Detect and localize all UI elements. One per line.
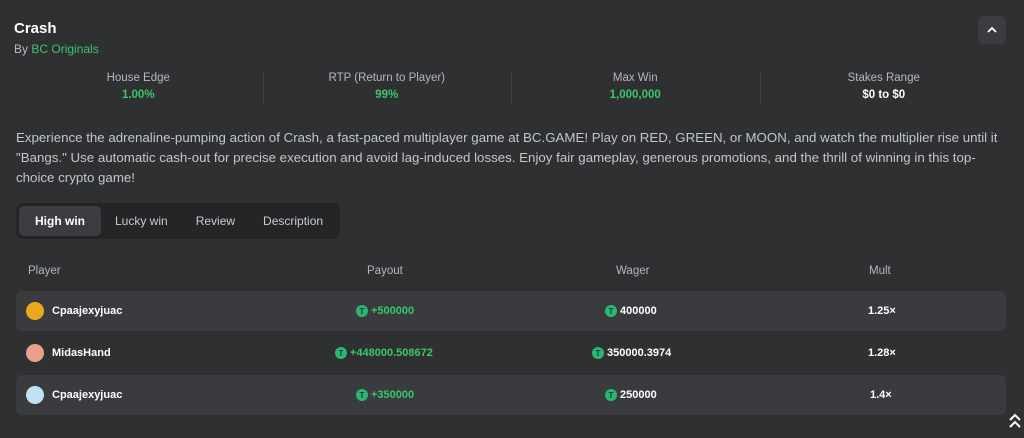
stat-label: Stakes Range <box>847 72 920 84</box>
table-header: Player Payout Wager Mult <box>16 262 1006 282</box>
mult-cell: 1.25× <box>868 291 896 331</box>
tether-coin-icon: T <box>605 389 617 401</box>
column-header-payout: Payout <box>367 265 403 277</box>
player-cell: Cpaajexyjuac <box>26 375 122 415</box>
tab-review[interactable]: Review <box>182 206 249 236</box>
mult-cell: 1.28× <box>868 333 896 373</box>
mult-value: 1.4× <box>870 389 892 401</box>
stat-rtp: RTP (Return to Player) 99% <box>262 68 512 108</box>
column-header-mult: Mult <box>869 265 891 277</box>
game-description: Experience the adrenaline-pumping action… <box>16 130 998 185</box>
tab-lucky-win[interactable]: Lucky win <box>101 206 182 236</box>
stat-max-win: Max Win 1,000,000 <box>511 68 760 108</box>
stats-bar: House Edge 1.00% RTP (Return to Player) … <box>14 68 1008 108</box>
stat-stakes-range: Stakes Range $0 to $0 <box>759 68 1009 108</box>
player-name[interactable]: MidasHand <box>52 347 111 359</box>
by-prefix: By <box>14 42 29 56</box>
wager-cell: T 350000.3974 <box>592 333 671 373</box>
tether-coin-icon: T <box>335 347 347 359</box>
payout-cell: T +350000 <box>356 375 414 415</box>
wager-value: 400000 <box>620 305 657 317</box>
wager-value: 250000 <box>620 389 657 401</box>
tether-coin-icon: T <box>356 305 368 317</box>
player-cell: MidasHand <box>26 333 111 373</box>
stat-value: $0 to $0 <box>862 89 906 101</box>
table-row[interactable]: MidasHand T +448000.508672 T 350000.3974… <box>16 333 1006 373</box>
stat-value: 99% <box>375 89 399 101</box>
game-byline: By BC Originals <box>14 42 99 56</box>
player-name[interactable]: Cpaajexyjuac <box>52 389 122 401</box>
payout-cell: T +500000 <box>356 291 414 331</box>
stat-label: RTP (Return to Player) <box>328 72 446 84</box>
provider-link[interactable]: BC Originals <box>31 42 98 56</box>
column-header-player: Player <box>28 265 61 277</box>
payout-value: +350000 <box>371 389 415 401</box>
payout-value: +500000 <box>371 305 415 317</box>
column-header-wager: Wager <box>616 265 650 277</box>
tether-coin-icon: T <box>592 347 604 359</box>
tab-bar: High win Lucky win Review Description <box>16 203 341 239</box>
mult-value: 1.28× <box>868 347 896 359</box>
stat-label: Max Win <box>612 72 658 84</box>
game-title: Crash <box>14 20 57 37</box>
game-info-panel: Crash By BC Originals House Edge 1.00% R… <box>0 0 1024 438</box>
wager-cell: T 250000 <box>605 375 657 415</box>
double-chevron-up-icon <box>1008 413 1022 433</box>
stat-value: 1,000,000 <box>609 89 661 101</box>
collapse-button[interactable] <box>978 16 1006 44</box>
avatar <box>26 344 44 362</box>
wager-cell: T 400000 <box>605 291 657 331</box>
stat-house-edge: House Edge 1.00% <box>14 68 263 108</box>
tether-coin-icon: T <box>356 389 368 401</box>
scroll-to-top-button[interactable] <box>1006 412 1024 434</box>
tab-high-win[interactable]: High win <box>19 206 101 236</box>
player-name[interactable]: Cpaajexyjuac <box>52 305 122 317</box>
tether-coin-icon: T <box>605 305 617 317</box>
stat-value: 1.00% <box>121 89 155 101</box>
payout-value: +448000.508672 <box>350 347 433 359</box>
player-cell: Cpaajexyjuac <box>26 291 122 331</box>
mult-value: 1.25× <box>868 305 896 317</box>
tab-description[interactable]: Description <box>249 206 337 236</box>
chevron-up-icon <box>987 24 997 36</box>
table-row[interactable]: Cpaajexyjuac T +500000 T 400000 1.25× <box>16 291 1006 331</box>
table-row[interactable]: Cpaajexyjuac T +350000 T 250000 1.4× <box>16 375 1006 415</box>
avatar <box>26 386 44 404</box>
avatar <box>26 302 44 320</box>
payout-cell: T +448000.508672 <box>335 333 433 373</box>
stat-label: House Edge <box>106 72 170 84</box>
wager-value: 350000.3974 <box>607 347 672 359</box>
mult-cell: 1.4× <box>870 375 892 415</box>
